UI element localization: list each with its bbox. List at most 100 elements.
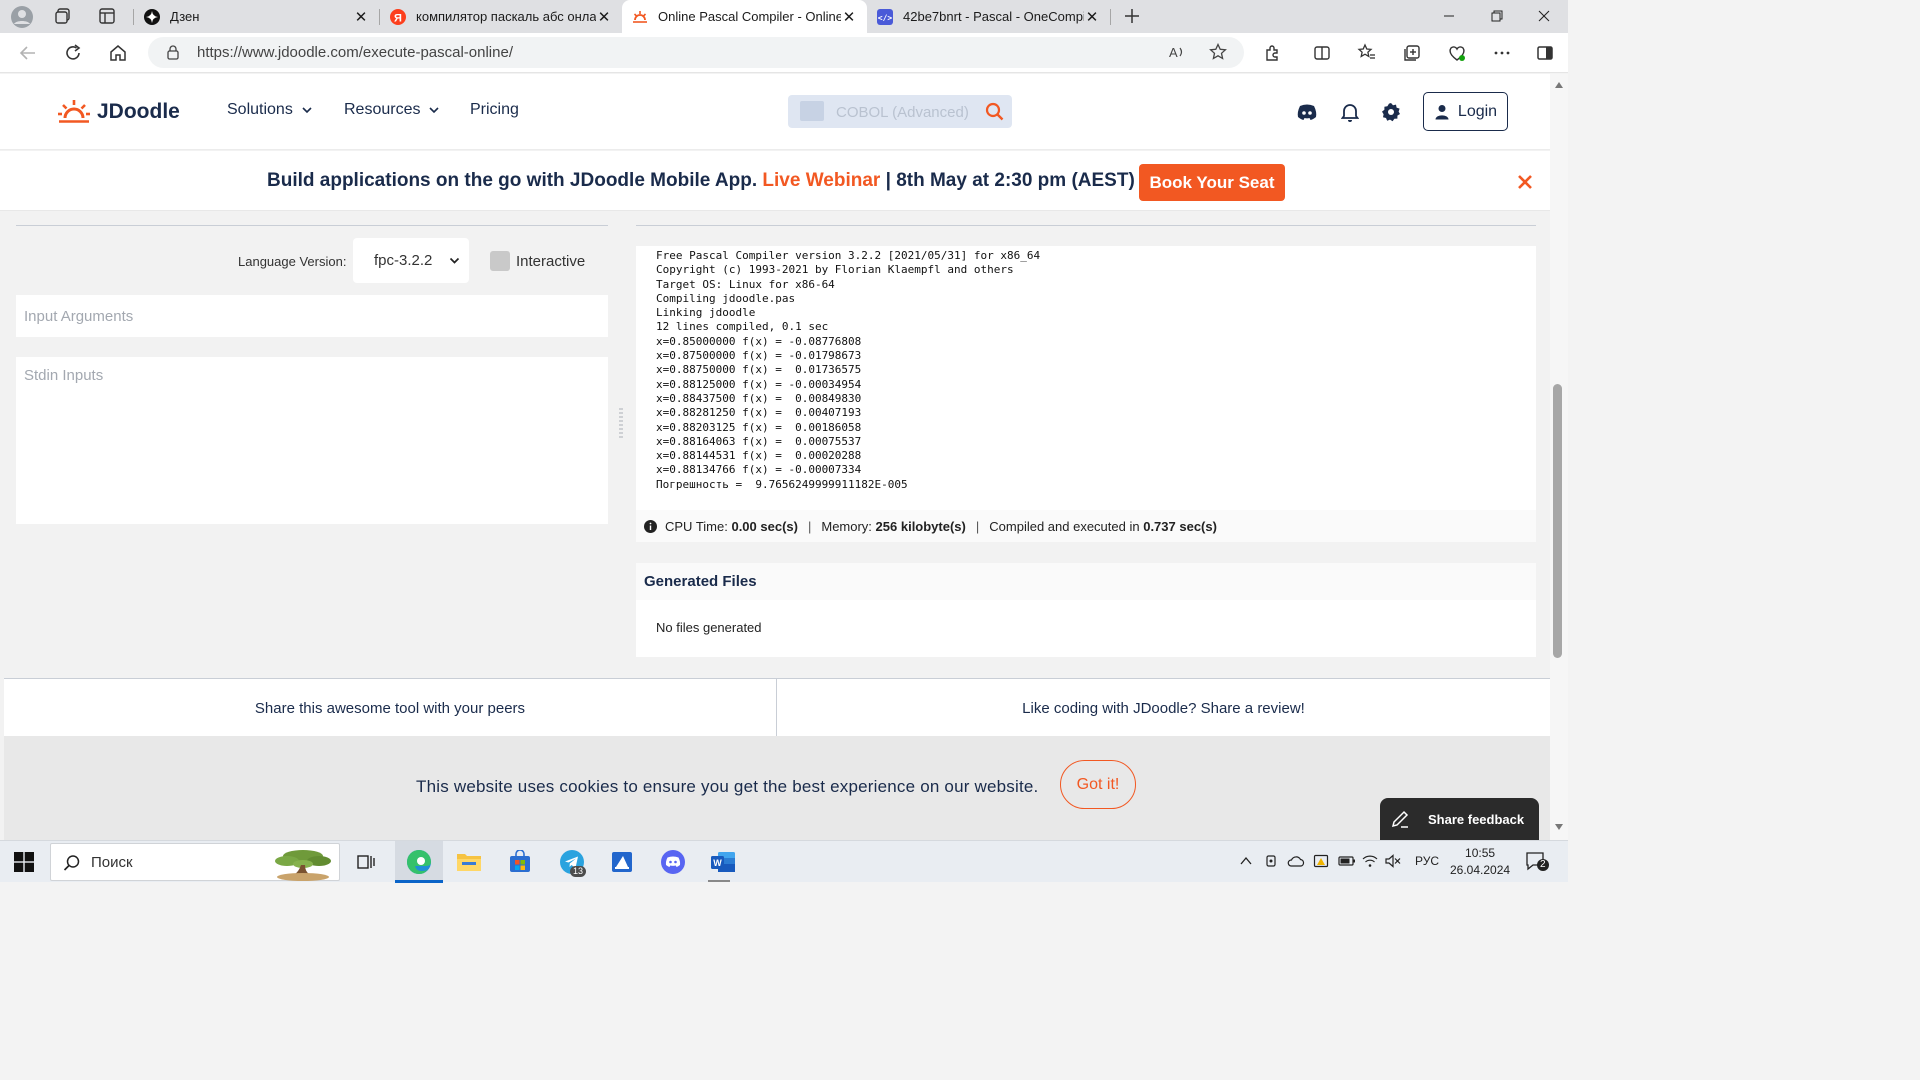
clock-time: 10:55 xyxy=(1465,846,1496,860)
onecompiler-icon: </> xyxy=(877,8,893,25)
search-icon[interactable] xyxy=(985,102,1004,121)
windows-taskbar: Поиск 13 W РУС 10:55 26.04.2024 2 xyxy=(0,840,1568,883)
volume-muted-icon[interactable] xyxy=(1385,854,1401,868)
restore-icon[interactable] xyxy=(1489,8,1505,24)
workspaces-icon[interactable] xyxy=(54,7,72,25)
stdin-inputs-field[interactable] xyxy=(16,357,608,524)
language-version-select[interactable]: fpc-3.2.2 xyxy=(353,238,469,283)
user-icon xyxy=(1435,104,1449,119)
share-feedback-button[interactable]: Share feedback xyxy=(1380,798,1539,840)
nav-solutions[interactable]: Solutions xyxy=(227,101,312,119)
lock-icon[interactable] xyxy=(165,44,181,60)
sidebar-toggle-icon[interactable] xyxy=(1533,41,1557,65)
nav-resources[interactable]: Resources xyxy=(344,101,440,119)
favorites-icon[interactable] xyxy=(1355,41,1379,65)
telegram-icon[interactable]: 13 xyxy=(556,846,588,878)
back-icon[interactable] xyxy=(16,41,40,65)
collections-icon[interactable] xyxy=(1400,41,1424,65)
tab-separator xyxy=(1110,9,1111,25)
input-language-indicator[interactable]: РУС xyxy=(1415,854,1439,868)
interactive-checkbox[interactable] xyxy=(490,251,510,271)
scrollbar-thumb[interactable] xyxy=(1553,384,1562,658)
clock-date: 26.04.2024 xyxy=(1450,863,1511,877)
share-tool-text[interactable]: Share this awesome tool with your peers xyxy=(4,679,776,737)
close-icon[interactable]: ✕ xyxy=(596,8,612,26)
cpu-time-label: CPU Time: xyxy=(665,518,728,534)
logo-text: JDoodle xyxy=(97,100,180,123)
tab-actions-icon[interactable] xyxy=(98,7,116,25)
banner-text: Build applications on the go with JDoodl… xyxy=(267,170,1135,192)
tray-overflow-chevron-icon[interactable] xyxy=(1239,854,1253,868)
program-output[interactable]: Free Pascal Compiler version 3.2.2 [2021… xyxy=(636,246,1536,510)
home-icon[interactable] xyxy=(106,41,130,65)
favorite-star-icon[interactable] xyxy=(1209,43,1227,61)
more-options-icon[interactable] xyxy=(1490,41,1514,65)
interactive-label[interactable]: Interactive xyxy=(516,253,585,270)
close-icon[interactable]: ✕ xyxy=(841,8,857,26)
windows-start-icon[interactable] xyxy=(14,852,34,872)
profile-icon[interactable] xyxy=(10,5,34,29)
output-line: x=0.88134766 f(x) = -0.00007334 xyxy=(656,463,862,477)
read-aloud-icon[interactable]: A xyxy=(1168,43,1186,61)
cookie-banner: This website uses cookies to ensure you … xyxy=(4,736,1550,840)
notifications-badge: 2 xyxy=(1537,859,1549,871)
output-line: x=0.87500000 f(x) = -0.01798673 xyxy=(656,349,862,363)
svg-text:Я: Я xyxy=(394,12,402,24)
address-bar[interactable]: https://www.jdoodle.com/execute-pascal-o… xyxy=(148,37,1244,68)
bonsai-tree-icon xyxy=(275,850,331,881)
tab-dzen[interactable]: Дзен ✕ xyxy=(134,0,379,33)
wifi-icon[interactable] xyxy=(1362,854,1378,868)
notifications-icon[interactable]: 2 xyxy=(1525,851,1549,871)
discord-icon[interactable] xyxy=(1295,100,1319,124)
output-line: Target OS: Linux for x86-64 xyxy=(656,277,835,291)
security-warning-icon[interactable] xyxy=(1313,853,1329,869)
task-view-icon[interactable] xyxy=(350,846,382,878)
share-review-text[interactable]: Like coding with JDoodle? Share a review… xyxy=(776,679,1550,737)
taskbar-search[interactable]: Поиск xyxy=(50,843,340,881)
reload-icon[interactable] xyxy=(61,41,85,65)
extensions-icon[interactable] xyxy=(1261,41,1285,65)
language-search[interactable] xyxy=(788,95,1012,128)
new-tab-icon[interactable] xyxy=(1123,7,1141,25)
meet-now-icon[interactable] xyxy=(1265,854,1279,868)
minimize-icon[interactable] xyxy=(1441,8,1457,24)
discord-taskbar-icon[interactable] xyxy=(657,846,689,878)
scroll-up-icon[interactable] xyxy=(1555,82,1563,88)
word-icon[interactable]: W xyxy=(707,846,739,878)
nav-pricing[interactable]: Pricing xyxy=(470,101,519,119)
page-viewport: JDoodle Solutions Resources Pricing Logi… xyxy=(0,74,1550,840)
cookie-accept-button[interactable]: Got it! xyxy=(1060,760,1136,809)
search-icon xyxy=(63,855,80,871)
panel-resize-handle[interactable] xyxy=(619,407,623,439)
bell-icon[interactable] xyxy=(1338,100,1362,124)
scroll-down-icon[interactable] xyxy=(1555,824,1563,830)
language-search-input[interactable] xyxy=(836,101,976,123)
book-your-seat-button[interactable]: Book Your Seat xyxy=(1139,164,1285,201)
webinar-banner: Build applications on the go with JDoodl… xyxy=(0,151,1550,211)
file-explorer-icon[interactable] xyxy=(453,846,485,878)
share-bar: Share this awesome tool with your peers … xyxy=(4,678,1550,737)
tab-jdoodle[interactable]: Online Pascal Compiler - Online P ✕ xyxy=(622,0,867,33)
generated-files-empty: No files generated xyxy=(656,620,762,635)
split-screen-icon[interactable] xyxy=(1310,41,1334,65)
tab-yandex-search[interactable]: Я компилятор паскаль абс онлайн ✕ xyxy=(380,0,622,33)
chevron-down-icon xyxy=(302,107,312,114)
input-arguments-field[interactable] xyxy=(16,295,608,337)
login-button[interactable]: Login xyxy=(1423,92,1508,131)
window-close-icon[interactable] xyxy=(1536,8,1552,24)
browser-essentials-icon[interactable] xyxy=(1445,41,1469,65)
jdoodle-logo[interactable]: JDoodle xyxy=(57,98,180,126)
app-installer-icon[interactable] xyxy=(606,846,638,878)
edge-taskbar-icon[interactable] xyxy=(403,846,435,878)
battery-icon[interactable] xyxy=(1338,855,1356,867)
close-icon[interactable]: ✕ xyxy=(353,8,369,26)
banner-highlight[interactable]: Live Webinar xyxy=(762,170,880,191)
input-panel-divider xyxy=(16,225,608,226)
banner-close-icon[interactable] xyxy=(1514,171,1536,193)
microsoft-store-icon[interactable] xyxy=(504,846,536,878)
tab-onecompiler[interactable]: </> 42be7bnrt - Pascal - OneCompiler ✕ xyxy=(867,0,1110,33)
gear-icon[interactable] xyxy=(1379,100,1403,124)
system-clock[interactable]: 10:55 26.04.2024 xyxy=(1450,845,1510,879)
onedrive-icon[interactable] xyxy=(1287,854,1305,868)
close-icon[interactable]: ✕ xyxy=(1084,8,1100,26)
